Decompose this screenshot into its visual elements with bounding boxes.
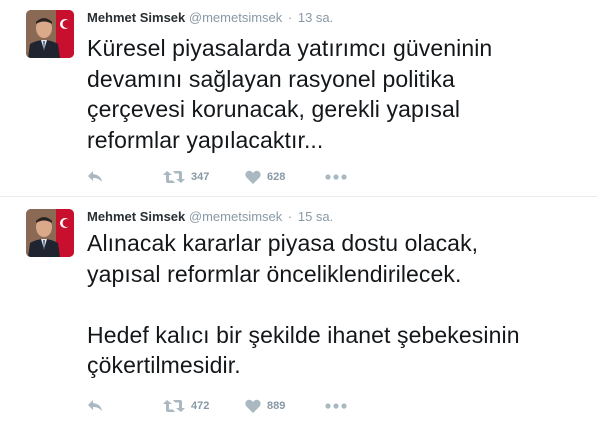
heart-icon <box>245 170 261 184</box>
tweet-header: Mehmet Simsek @memetsimsek · 15 sa. <box>87 209 333 225</box>
avatar[interactable] <box>26 10 74 58</box>
like-button[interactable]: 628 <box>245 167 285 187</box>
tweet-header: Mehmet Simsek @memetsimsek · 13 sa. <box>87 10 333 26</box>
tweet-card[interactable]: Mehmet Simsek @memetsimsek · 13 sa. Küre… <box>0 0 597 197</box>
author-name[interactable]: Mehmet Simsek <box>87 209 185 224</box>
tweet-feed: Mehmet Simsek @memetsimsek · 13 sa. Küre… <box>0 0 597 440</box>
reply-icon <box>88 171 102 182</box>
reply-button[interactable] <box>87 396 103 416</box>
author-name[interactable]: Mehmet Simsek <box>87 10 185 25</box>
separator: · <box>287 209 293 224</box>
profile-avatar-image <box>26 10 74 58</box>
reply-button[interactable] <box>87 167 103 187</box>
tweet-text: Küresel piyasalarda yatırımcı güveninin … <box>87 35 493 153</box>
timestamp[interactable]: 15 sa. <box>298 209 333 224</box>
retweet-button[interactable]: 347 <box>163 167 209 187</box>
reply-icon <box>88 400 102 411</box>
author-handle[interactable]: @memetsimsek <box>189 209 282 224</box>
tweet-card[interactable]: Mehmet Simsek @memetsimsek · 15 sa. Alın… <box>0 197 597 440</box>
tweet-text: Alınacak kararlar piyasa dostu olacak, y… <box>87 230 520 378</box>
retweet-count: 347 <box>191 171 210 183</box>
retweet-count: 472 <box>191 400 210 412</box>
profile-avatar-image <box>26 209 74 257</box>
separator: · <box>287 10 293 25</box>
more-icon <box>325 403 347 409</box>
heart-icon <box>245 399 261 413</box>
retweet-button[interactable]: 472 <box>163 396 209 416</box>
like-count: 628 <box>267 171 286 183</box>
retweet-icon <box>163 400 185 412</box>
author-handle[interactable]: @memetsimsek <box>189 10 282 25</box>
avatar[interactable] <box>26 209 74 257</box>
like-button[interactable]: 889 <box>245 396 285 416</box>
more-button[interactable] <box>325 396 347 416</box>
more-icon <box>325 174 347 180</box>
more-button[interactable] <box>325 167 347 187</box>
retweet-icon <box>163 171 185 183</box>
timestamp[interactable]: 13 sa. <box>298 10 333 25</box>
like-count: 889 <box>267 400 286 412</box>
